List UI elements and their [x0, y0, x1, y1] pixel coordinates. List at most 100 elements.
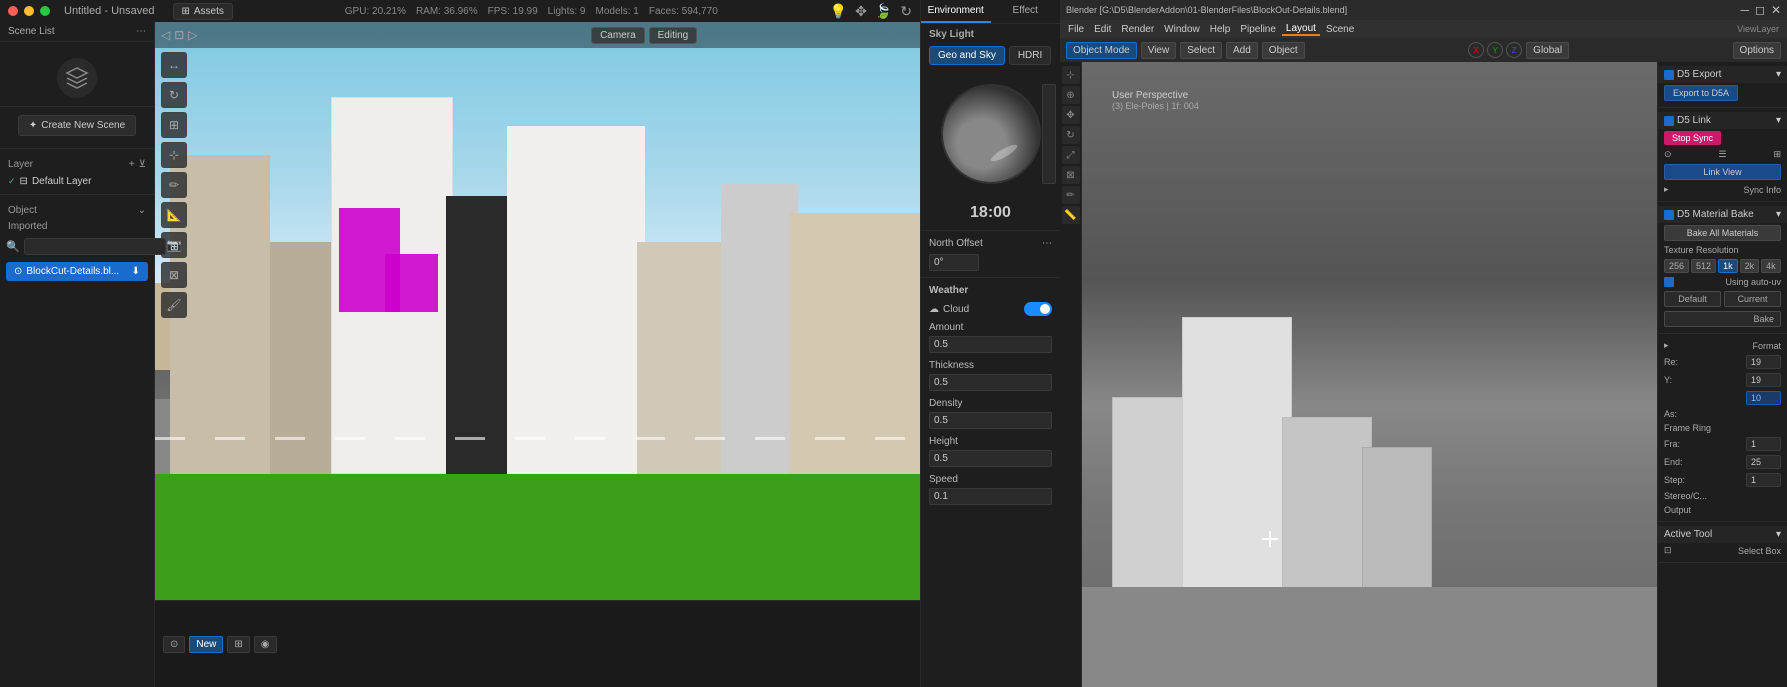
export-d5a-button[interactable]: Export to D5A: [1664, 85, 1738, 101]
third-input[interactable]: [1746, 391, 1781, 405]
vp-btn-2[interactable]: New: [189, 636, 223, 653]
blender-restore-icon[interactable]: ◻: [1755, 3, 1765, 17]
tab-effect[interactable]: Effect: [991, 0, 1061, 23]
thickness-input[interactable]: [929, 374, 1052, 391]
cursor-icon[interactable]: ✥: [855, 3, 867, 20]
sync-icon-3[interactable]: ⊞: [1773, 149, 1781, 160]
d5-export-header[interactable]: D5 Export ▾: [1658, 66, 1787, 83]
cloud-toggle[interactable]: [1024, 302, 1052, 316]
assets-button[interactable]: ⊞ Assets: [173, 3, 233, 20]
menu-window[interactable]: Window: [1160, 24, 1204, 35]
layer-options-icon[interactable]: ⊻: [139, 159, 146, 170]
bake-all-button[interactable]: Bake All Materials: [1664, 225, 1781, 241]
rotate-tool[interactable]: ↻: [161, 82, 187, 108]
bl-move-tool[interactable]: ✥: [1062, 106, 1080, 124]
menu-edit[interactable]: Edit: [1090, 24, 1115, 35]
sync-icon-2[interactable]: ☰: [1718, 149, 1726, 160]
create-scene-button[interactable]: ✦ Create New Scene: [18, 115, 136, 136]
height-input[interactable]: [929, 450, 1052, 467]
res-256[interactable]: 256: [1664, 259, 1689, 273]
hdri-btn[interactable]: HDRI: [1009, 46, 1051, 65]
tab-environment[interactable]: Environment: [921, 0, 991, 23]
bake-execute-btn[interactable]: Bake: [1664, 311, 1781, 327]
end-input[interactable]: [1746, 455, 1781, 469]
stop-sync-button[interactable]: Stop Sync: [1664, 131, 1721, 145]
menu-scene[interactable]: Scene: [1322, 24, 1358, 35]
vp-btn-1[interactable]: ⊙: [163, 636, 185, 653]
y-input[interactable]: [1746, 373, 1781, 387]
x-axis-gizmo[interactable]: X: [1468, 42, 1484, 58]
amount-input[interactable]: 0.5: [929, 336, 1052, 353]
default-bake-btn[interactable]: Default: [1664, 291, 1721, 307]
options-btn[interactable]: Options: [1733, 42, 1781, 59]
refresh-icon[interactable]: ↻: [900, 3, 912, 20]
res-2k[interactable]: 2k: [1740, 259, 1760, 273]
bl-annotate-tool[interactable]: ✏: [1062, 186, 1080, 204]
sync-icon-1[interactable]: ⊙: [1664, 149, 1672, 160]
bl-select-tool[interactable]: ⊹: [1062, 66, 1080, 84]
nav-right-icon[interactable]: ▷: [188, 28, 197, 42]
bl-cursor-tool[interactable]: ⊕: [1062, 86, 1080, 104]
close-dot[interactable]: [8, 6, 18, 16]
object-dropdown-icon[interactable]: ⌄: [138, 205, 146, 216]
brush-tool[interactable]: 🖌: [161, 292, 187, 318]
global-btn[interactable]: Global: [1526, 42, 1569, 59]
bl-measure-tool[interactable]: 📏: [1062, 206, 1080, 224]
d5-export-checkbox[interactable]: [1664, 70, 1674, 80]
light-icon[interactable]: 💡: [830, 3, 847, 20]
speed-input[interactable]: [929, 488, 1052, 505]
nav-box-icon[interactable]: ⊡: [174, 28, 184, 42]
z-axis-gizmo[interactable]: Z: [1506, 42, 1522, 58]
menu-layout[interactable]: Layout: [1282, 23, 1320, 36]
current-bake-btn[interactable]: Current: [1724, 291, 1781, 307]
cad-tool[interactable]: ⊠: [161, 262, 187, 288]
menu-pipeline[interactable]: Pipeline: [1236, 24, 1280, 35]
select-btn[interactable]: Select: [1180, 42, 1222, 59]
blender-minimize-icon[interactable]: ─: [1740, 3, 1749, 17]
res-512[interactable]: 512: [1691, 259, 1716, 273]
d5-bake-header[interactable]: D5 Material Bake ▾: [1658, 206, 1787, 223]
grid-view-icon[interactable]: ⊞: [170, 240, 179, 253]
fra-input[interactable]: [1746, 437, 1781, 451]
auto-uv-checkbox[interactable]: [1664, 277, 1674, 287]
camera-button[interactable]: Camera: [591, 27, 645, 44]
default-layer-item[interactable]: ✓ ⊟ Default Layer: [0, 173, 154, 190]
select-tool[interactable]: ⊹: [161, 142, 187, 168]
density-input[interactable]: [929, 412, 1052, 429]
blender-close-icon[interactable]: ✕: [1771, 3, 1781, 17]
link-view-btn[interactable]: Link View: [1664, 164, 1781, 180]
geo-sky-btn[interactable]: Geo and Sky: [929, 46, 1005, 65]
bl-scale-tool[interactable]: ⤢: [1062, 146, 1080, 164]
file-item[interactable]: ⊙ BlockCut-Details.bl... ⬇: [6, 262, 148, 281]
scene-list-options-icon[interactable]: ⋯: [136, 26, 146, 37]
scale-tool[interactable]: ⊞: [161, 112, 187, 138]
res-1k[interactable]: 1k: [1718, 259, 1738, 273]
d5-bake-checkbox[interactable]: [1664, 210, 1674, 220]
north-offset-value[interactable]: 0°: [929, 254, 979, 271]
leaf-icon[interactable]: 🍃: [875, 3, 892, 20]
object-btn[interactable]: Object: [1262, 42, 1305, 59]
d5-link-header[interactable]: D5 Link ▾: [1658, 112, 1787, 129]
nav-left-icon[interactable]: ◁: [161, 28, 170, 42]
move-tool[interactable]: ↔: [161, 52, 187, 78]
measure-tool[interactable]: 📐: [161, 202, 187, 228]
menu-help[interactable]: Help: [1206, 24, 1235, 35]
bl-transform-tool[interactable]: ⊠: [1062, 166, 1080, 184]
re-input[interactable]: [1746, 355, 1781, 369]
add-btn[interactable]: Add: [1226, 42, 1258, 59]
paint-tool[interactable]: ✏: [161, 172, 187, 198]
vp-btn-4[interactable]: ◉: [254, 636, 277, 653]
view-btn[interactable]: View: [1141, 42, 1177, 59]
editing-button[interactable]: Editing: [649, 27, 698, 44]
menu-file[interactable]: File: [1064, 24, 1088, 35]
more-options-icon[interactable]: ⋯: [1042, 238, 1052, 249]
d5-link-checkbox[interactable]: [1664, 116, 1674, 126]
step-input[interactable]: [1746, 473, 1781, 487]
active-tool-header[interactable]: Active Tool ▾: [1658, 526, 1787, 543]
sky-adjust-slider[interactable]: [1042, 84, 1056, 184]
res-4k[interactable]: 4k: [1761, 259, 1781, 273]
object-mode-btn[interactable]: Object Mode: [1066, 42, 1137, 59]
search-input[interactable]: [24, 238, 166, 255]
min-dot[interactable]: [24, 6, 34, 16]
bl-rotate-tool[interactable]: ↻: [1062, 126, 1080, 144]
